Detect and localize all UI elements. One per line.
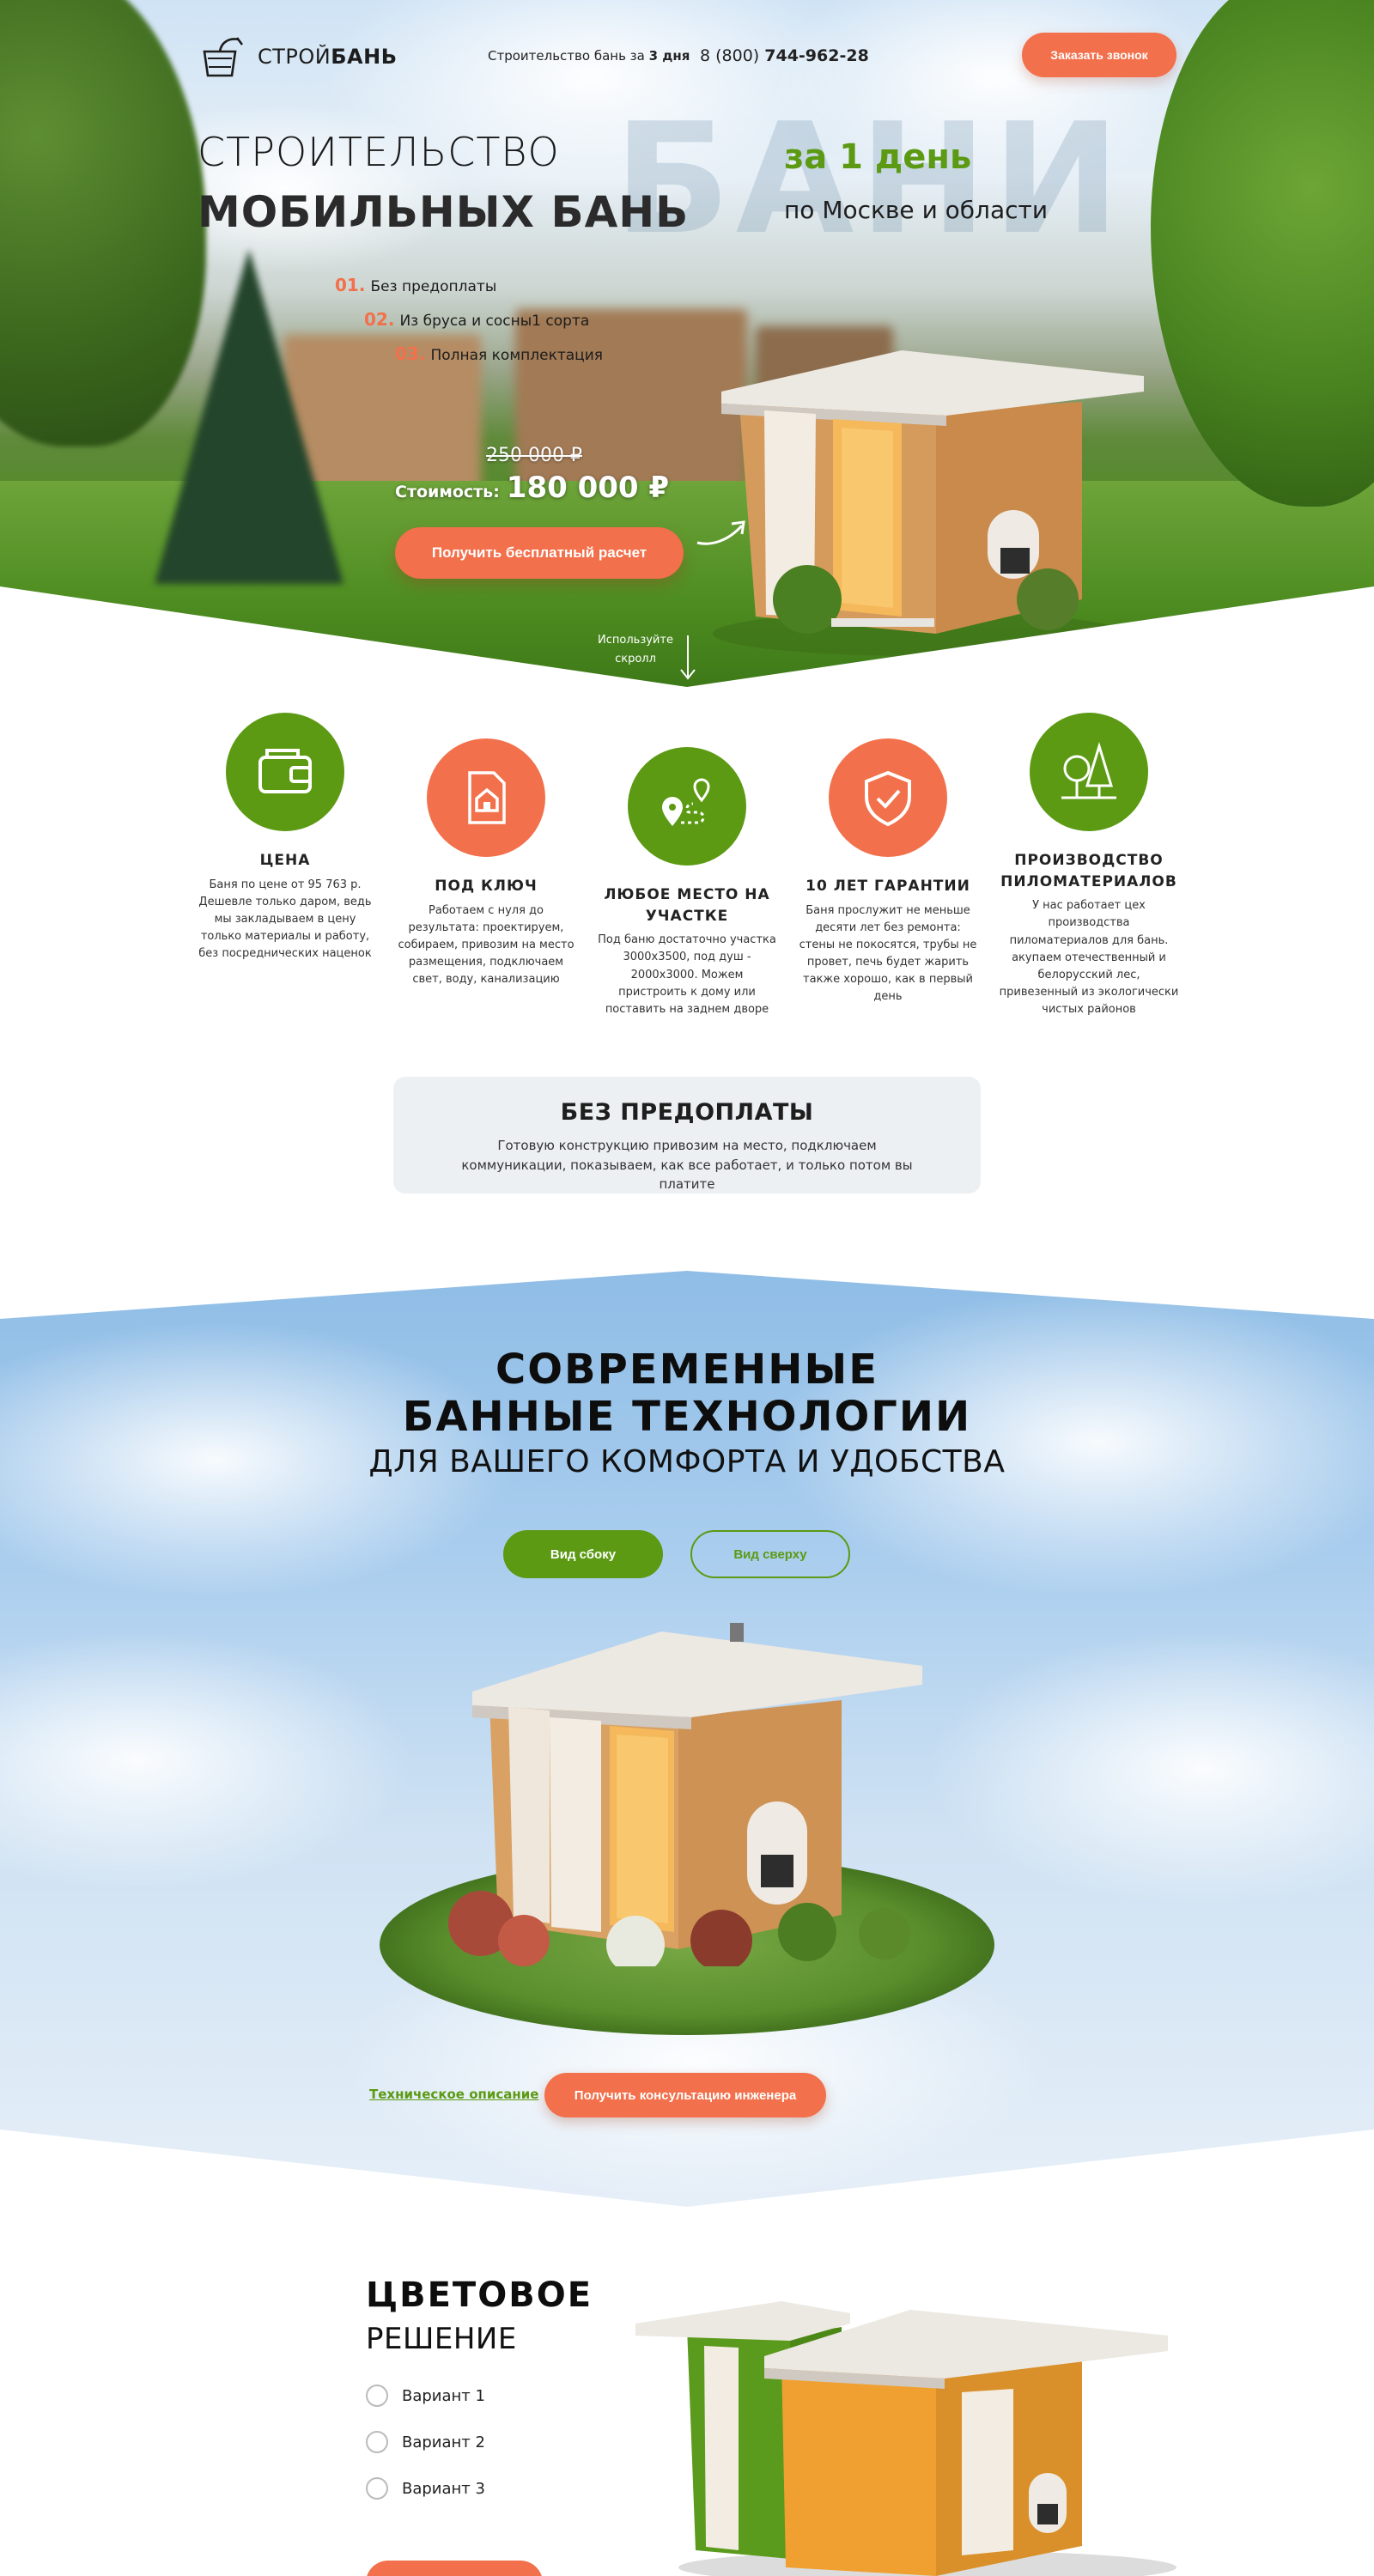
advantage-any-place: ЛЮБОЕ МЕСТО НА УЧАСТКЕ Под баню достаточ… (597, 747, 777, 1018)
advantage-icon-circle (427, 738, 545, 857)
trees-icon (1061, 741, 1116, 799)
header-tagline: Строительство бань за 3 дня (488, 48, 690, 64)
advantage-icon-circle (628, 747, 746, 866)
sauna-image (713, 350, 1144, 656)
hero-region: по Москве и области (784, 196, 1049, 224)
order-call-button[interactable]: Заказать звонок (1022, 33, 1176, 77)
bottom-cta-button[interactable] (366, 2561, 543, 2576)
advantage-turnkey: ПОД КЛЮЧ Работаем с нуля до результата: … (396, 738, 576, 988)
price: Стоимость: 180 000 ₽ (395, 471, 669, 505)
sky-cloud (927, 1631, 1374, 1906)
free-calculation-button[interactable]: Получить бесплатный расчет (395, 527, 684, 579)
advantage-text: Баня по цене от 95 763 р. Дешевле только… (198, 878, 372, 961)
color-option-1[interactable]: Вариант 1 (366, 2385, 485, 2407)
arrow-down-icon (680, 635, 696, 680)
advantage-text: Работаем с нуля до результата: проектиру… (398, 903, 575, 987)
header-phone[interactable]: 8 (800) 744-962-28 (700, 46, 869, 65)
advantage-production: ПРОИЗВОДСТВО ПИЛОМАТЕРИАЛОВ У нас работа… (999, 713, 1179, 1018)
advantage-icon-circle (1030, 713, 1148, 831)
sauna-side-view-image (448, 1623, 922, 1966)
no-prepayment-title: БЕЗ ПРЕДОПЛАТЫ (560, 1099, 814, 1126)
no-prepayment-text: Готовую конструкцию привозим на место, п… (461, 1138, 913, 1192)
logo[interactable]: СТРОЙБАНЬ (198, 33, 397, 81)
tree-left (0, 0, 206, 447)
hero-feature: 03. Полная комплектация (395, 343, 604, 364)
scroll-hint: Используйте скролл (598, 634, 673, 666)
hero-feature: 02. Из бруса и сосны1 сорта (364, 309, 590, 330)
bucket-logo-icon (203, 37, 244, 77)
radio-icon[interactable] (366, 2477, 388, 2500)
tree-right (1151, 0, 1374, 507)
landing-page: СТРОЙБАНЬ Строительство бань за 3 дня 8 … (0, 0, 1374, 2576)
advantage-title: ЦЕНА (259, 852, 311, 869)
tab-side-view[interactable]: Вид сбоку (503, 1530, 663, 1578)
advantage-title: 10 ЛЕТ ГАРАНТИИ (806, 878, 970, 895)
advantage-text: Баня прослужит не меньше десяти лет без … (799, 903, 977, 1004)
color-option-3[interactable]: Вариант 3 (366, 2477, 485, 2500)
hero-title-line1: СТРОИТЕЛЬСТВО (198, 129, 560, 175)
old-price: 250 000 ₽ (486, 445, 582, 466)
engineer-consultation-button[interactable]: Получить консультацию инженера (544, 2073, 826, 2117)
price-value: 180 000 ₽ (506, 471, 670, 505)
hero-section: СТРОЙБАНЬ Строительство бань за 3 дня 8 … (0, 0, 1374, 687)
color-option-2[interactable]: Вариант 2 (366, 2431, 485, 2453)
house-document-icon (468, 771, 506, 824)
color-title: ЦВЕТОВОЕ (366, 2275, 593, 2315)
background-word: БАНИ (614, 90, 1126, 268)
map-route-icon (662, 778, 710, 826)
advantage-warranty: 10 ЛЕТ ГАРАНТИИ Баня прослужит не меньше… (798, 738, 978, 1005)
hero-green-title: за 1 день (784, 137, 972, 177)
hero-feature: 01. Без предоплаты (335, 275, 497, 295)
radio-icon[interactable] (366, 2385, 388, 2407)
advantage-title: ПРОИЗВОДСТВО ПИЛОМАТЕРИАЛОВ (1000, 852, 1177, 890)
advantage-title: ПОД КЛЮЧ (435, 878, 538, 895)
technology-title: СОВРЕМЕННЫЕ БАННЫЕ ТЕХНОЛОГИИ (402, 1346, 972, 1442)
advantage-icon-circle (829, 738, 947, 857)
wallet-icon (258, 749, 312, 793)
logo-text: СТРОЙБАНЬ (258, 45, 398, 69)
shield-check-icon (865, 770, 911, 827)
tab-top-view[interactable]: Вид сверху (690, 1530, 850, 1578)
advantage-title: ЛЮБОЕ МЕСТО НА УЧАСТКЕ (604, 886, 770, 925)
sky-cloud (773, 1288, 1374, 1597)
advantage-text: У нас работает цех производства пиломате… (999, 899, 1179, 1017)
color-subtitle: РЕШЕНИЕ (366, 2322, 517, 2356)
hero-title-line2: МОБИЛЬНЫХ БАНЬ (198, 187, 690, 237)
sky-cloud (0, 1631, 412, 1889)
price-label: Стоимость: (395, 483, 500, 501)
advantage-price: ЦЕНА Баня по цене от 95 763 р. Дешевле т… (195, 713, 375, 963)
curved-arrow-icon (696, 520, 745, 545)
radio-icon[interactable] (366, 2431, 388, 2453)
color-variants-image (635, 2301, 1176, 2576)
no-prepayment-card: БЕЗ ПРЕДОПЛАТЫ Готовую конструкцию приво… (393, 1077, 981, 1194)
advantage-text: Под баню достаточно участка 3000х3500, п… (598, 933, 776, 1016)
technical-description-link[interactable]: Техническое описание (369, 2087, 538, 2102)
technology-subtitle: ДЛЯ ВАШЕГО КОМФОРТА И УДОБСТВА (368, 1444, 1006, 1479)
advantage-icon-circle (226, 713, 344, 831)
